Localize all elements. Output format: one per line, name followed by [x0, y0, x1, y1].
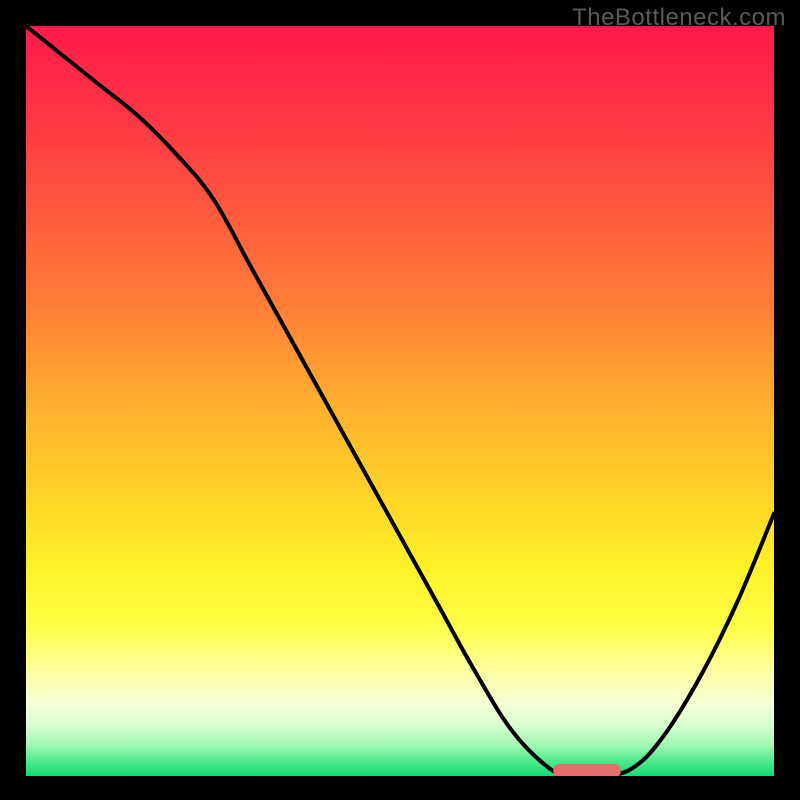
- chart-frame: TheBottleneck.com: [0, 0, 800, 800]
- optimal-marker: [553, 764, 620, 776]
- bottleneck-chart: [26, 26, 774, 776]
- gradient-background: [26, 26, 774, 776]
- watermark-text: TheBottleneck.com: [572, 4, 786, 32]
